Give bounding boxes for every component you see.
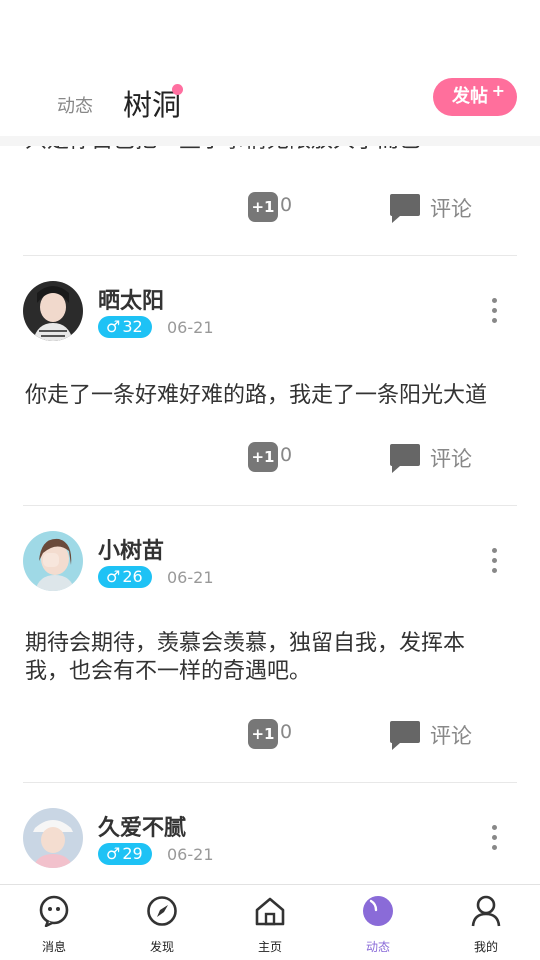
bottom-nav: 消息 发现 主页 动态 我的 <box>0 884 540 960</box>
more-options-icon[interactable] <box>489 298 499 324</box>
top-header: 动态 树洞 发帖 + <box>0 60 540 136</box>
post-date: 06-21 <box>167 845 214 864</box>
post-content: 期待会期待，羡慕会羡慕，独留自我，发挥本我，也会有不一样的奇遇吧。 <box>25 631 466 684</box>
username[interactable]: 晒太阳 <box>98 283 164 315</box>
nav-item-profile[interactable]: 我的 <box>432 885 540 960</box>
nav-label: 动态 <box>365 940 390 954</box>
status-bar-area <box>0 0 540 60</box>
comment-icon[interactable] <box>388 719 422 751</box>
post-button-label: 发帖 <box>452 86 488 107</box>
home-icon <box>255 897 285 926</box>
compass-icon <box>147 896 177 926</box>
plus-one-button[interactable]: +1 <box>248 192 278 222</box>
age: 32 <box>122 317 143 336</box>
post-card: 晒太阳 ♂ 32 06-21 你走了一条好难好难的路，我走了一条阳光大道 +1 0… <box>0 256 540 506</box>
comment-icon[interactable] <box>388 192 422 224</box>
like-count: 0 <box>280 721 293 743</box>
like-count: 0 <box>280 444 293 466</box>
nav-label: 消息 <box>41 940 66 954</box>
post-card: 小树苗 ♂ 26 06-21 期待会期待，羡慕会羡慕，独留自我，发挥本我，也会有不… <box>0 506 540 783</box>
post-content: 你走了一条好难好难的路，我走了一条阳光大道 <box>25 383 488 408</box>
more-options-icon[interactable] <box>489 548 499 574</box>
like-count: 0 <box>280 194 293 216</box>
avatar[interactable] <box>23 281 83 341</box>
gender-age-badge: ♂ 29 <box>98 843 152 865</box>
male-icon: ♂ <box>106 844 121 863</box>
gender-age-badge: ♂ 26 <box>98 566 152 588</box>
header-shadow <box>0 136 540 146</box>
comment-button[interactable]: 评论 <box>430 720 472 750</box>
male-icon: ♂ <box>106 567 121 586</box>
more-options-icon[interactable] <box>489 825 499 851</box>
comment-icon[interactable] <box>388 442 422 474</box>
message-icon <box>39 895 69 927</box>
post-date: 06-21 <box>167 568 214 587</box>
plus-icon: + <box>491 81 505 100</box>
nav-item-messages[interactable]: 消息 <box>0 885 108 960</box>
moments-icon <box>363 896 393 926</box>
feed-list[interactable]: 只是你自己把一些小事情无限放大了而已 +1 0 评论 晒太阳 ♂32 06-21 <box>0 136 540 884</box>
avatar[interactable] <box>23 808 83 868</box>
nav-label: 我的 <box>473 940 498 954</box>
comment-button[interactable]: 评论 <box>430 193 472 223</box>
profile-icon <box>471 895 501 927</box>
username[interactable]: 久爱不腻 <box>98 810 186 842</box>
comment-button[interactable]: 评论 <box>430 443 472 473</box>
nav-item-moments[interactable]: 动态 <box>324 885 432 960</box>
gender-age-badge: ♂ 32 <box>98 316 152 338</box>
unread-dot <box>172 84 183 95</box>
age: 29 <box>122 844 143 863</box>
nav-item-home[interactable]: 主页 <box>216 885 324 960</box>
post-card: 久爱不腻 ♂ 29 06-21 <box>0 783 540 884</box>
avatar[interactable] <box>23 531 83 591</box>
nav-label: 发现 <box>149 940 174 954</box>
post-actions: +1 0 评论 <box>0 190 540 224</box>
male-icon: ♂ <box>106 317 121 336</box>
post-card-partial: 只是你自己把一些小事情无限放大了而已 +1 0 评论 <box>0 136 540 260</box>
tab-dongtai[interactable]: 动态 <box>57 92 93 118</box>
post-actions: +1 0 评论 <box>0 717 540 751</box>
nav-label: 主页 <box>257 940 282 954</box>
post-date: 06-21 <box>167 318 214 337</box>
post-actions: +1 0 评论 <box>0 440 540 474</box>
post-button[interactable]: 发帖 + <box>433 78 517 116</box>
age: 26 <box>122 567 143 586</box>
username[interactable]: 小树苗 <box>98 533 164 565</box>
nav-item-discover[interactable]: 发现 <box>108 885 216 960</box>
plus-one-button[interactable]: +1 <box>248 719 278 749</box>
plus-one-button[interactable]: +1 <box>248 442 278 472</box>
